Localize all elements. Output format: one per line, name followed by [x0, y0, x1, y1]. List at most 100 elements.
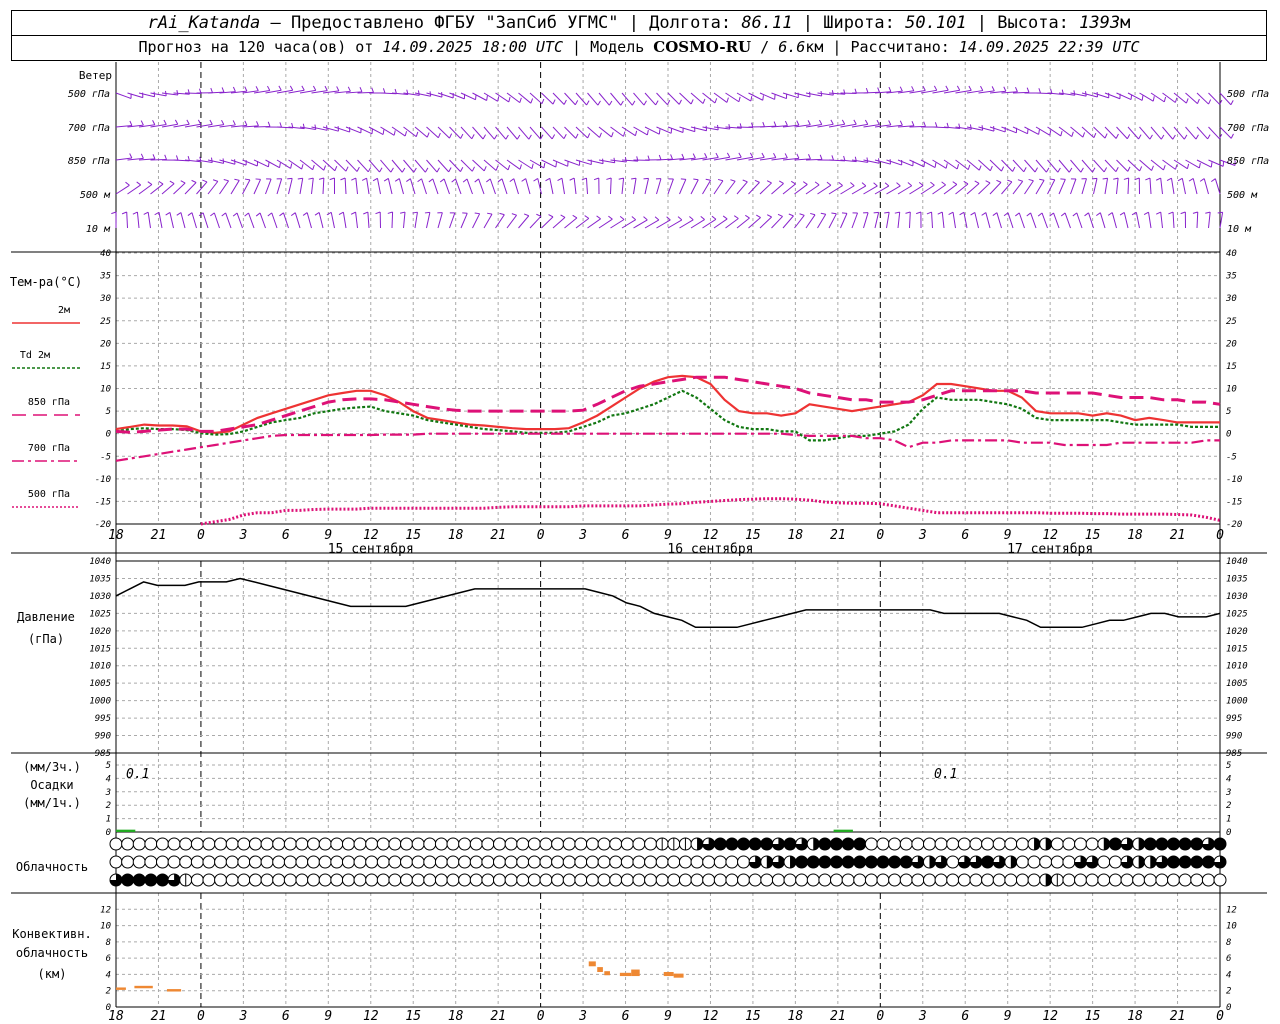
wind-barb-flag	[876, 119, 880, 125]
wind-barb	[1208, 126, 1220, 140]
wind-barb	[759, 182, 772, 195]
cloud-circle	[957, 837, 971, 851]
wind-barb-flag	[623, 131, 626, 137]
wind-barb	[403, 212, 406, 229]
cloud-circle	[1074, 873, 1088, 887]
y-tick-label: 1035	[89, 574, 111, 584]
cloud-cover-symbol	[957, 855, 971, 869]
wind-barb-flag	[482, 134, 486, 140]
cloud-circle	[260, 855, 274, 869]
cloud-circle	[1167, 873, 1181, 887]
cloud-cover-symbol	[713, 873, 727, 887]
wind-barb-flag	[996, 179, 1002, 183]
wind-barb	[644, 219, 660, 229]
cloud-circle	[434, 855, 448, 869]
cloud-cover-symbol	[818, 837, 832, 851]
wind-barb-flag	[244, 120, 248, 126]
wind-barb	[306, 212, 312, 229]
y-tick-label-right: 8	[1226, 938, 1231, 948]
wind-barb-flag	[728, 124, 731, 130]
x-tick-label: 15	[1085, 528, 1101, 543]
wind-barb	[656, 178, 662, 195]
wind-barb	[1070, 159, 1082, 173]
cloud-cover-symbol	[1108, 873, 1122, 887]
cloud-cover-symbol	[1062, 837, 1076, 851]
cloud-circle	[783, 837, 797, 851]
cloud-circle	[458, 837, 472, 851]
cloud-cover-symbol	[1039, 873, 1053, 887]
y-tick-label: 1015	[89, 644, 111, 654]
cloud-cover-symbol	[1167, 837, 1181, 851]
wind-barb-flag	[907, 182, 913, 187]
wind-barb-flag	[678, 99, 682, 105]
cloud-cover-symbol	[992, 855, 1006, 869]
wind-barb-flag	[963, 180, 969, 185]
cloud-circle	[1143, 873, 1157, 887]
cloud-cover-symbol	[702, 873, 716, 887]
wind-barb-flag	[586, 100, 590, 106]
wind-barb	[495, 126, 507, 140]
wind-barb	[782, 183, 796, 195]
wind-barb-flag	[1096, 212, 1101, 217]
wind-barb-flag	[587, 133, 591, 139]
wind-barb-flag	[152, 154, 156, 160]
cloud-circle	[911, 873, 925, 887]
wind-barb	[483, 213, 493, 229]
wind-barb-flag	[557, 177, 563, 181]
cloud-circle	[934, 837, 948, 851]
cloud-circle	[388, 873, 402, 887]
cloud-circle	[1108, 855, 1122, 869]
wind-barb-flag	[297, 177, 303, 180]
cloud-cover-symbol	[876, 873, 890, 887]
x-tick-label: 12	[703, 528, 719, 543]
cloud-circle	[551, 855, 565, 869]
wind-level-label-right: 700 гПа	[1227, 123, 1269, 134]
wind-barb-flag	[563, 134, 567, 139]
cloud-cover-symbol	[1190, 855, 1204, 869]
wind-barb	[587, 126, 600, 138]
wind-barb	[466, 178, 473, 195]
cloud-circle	[155, 855, 169, 869]
wind-barb	[996, 212, 1002, 229]
wind-barb-flag	[329, 177, 335, 181]
x-tick-label-bottom: 3	[238, 1009, 247, 1024]
wind-barb	[525, 178, 531, 195]
cloud-circle	[795, 855, 809, 869]
wind-barb	[253, 179, 261, 195]
wind-barb	[367, 212, 370, 229]
wind-barb-flag	[926, 211, 932, 215]
wind-barb	[342, 212, 347, 229]
wind-barb	[1047, 179, 1056, 195]
y-tick-label: 0	[106, 430, 111, 440]
cloud-cover-symbol	[295, 873, 309, 887]
wind-barb	[1139, 126, 1151, 140]
wind-barb	[794, 215, 805, 229]
cloud-cover-symbol	[864, 837, 878, 851]
cloud-cover-symbol	[504, 837, 518, 851]
wind-barb	[472, 159, 485, 172]
cloud-cover-symbol	[934, 837, 948, 851]
y-tick-label-right: 995	[1226, 714, 1242, 724]
wind-barb-flag	[401, 167, 406, 173]
wind-barb	[851, 185, 867, 195]
wind-barb-flag	[1003, 86, 1007, 92]
cloud-circle	[981, 855, 995, 869]
wind-barb-flag	[180, 180, 186, 184]
y-tick-label: 4	[106, 970, 111, 980]
wind-barb	[725, 218, 739, 229]
wind-barb-flag	[766, 180, 772, 184]
wind-barb	[449, 126, 461, 139]
wind-barb-flag	[611, 132, 614, 138]
cloud-half-fill	[929, 856, 936, 868]
wind-barb	[759, 216, 772, 229]
wind-barb	[236, 212, 243, 229]
wind-level-label-right: 500 гПа	[1227, 89, 1269, 100]
wind-barb-flag	[1180, 211, 1186, 215]
cloud-cover-symbol	[981, 837, 995, 851]
day-label: 17 сентября	[1007, 542, 1093, 557]
wind-barb	[805, 214, 816, 229]
cloud-circle	[1085, 873, 1099, 887]
cloud-cover-symbol	[446, 873, 460, 887]
wind-barb-flag	[911, 121, 915, 126]
wind-barb-flag	[1163, 165, 1166, 171]
